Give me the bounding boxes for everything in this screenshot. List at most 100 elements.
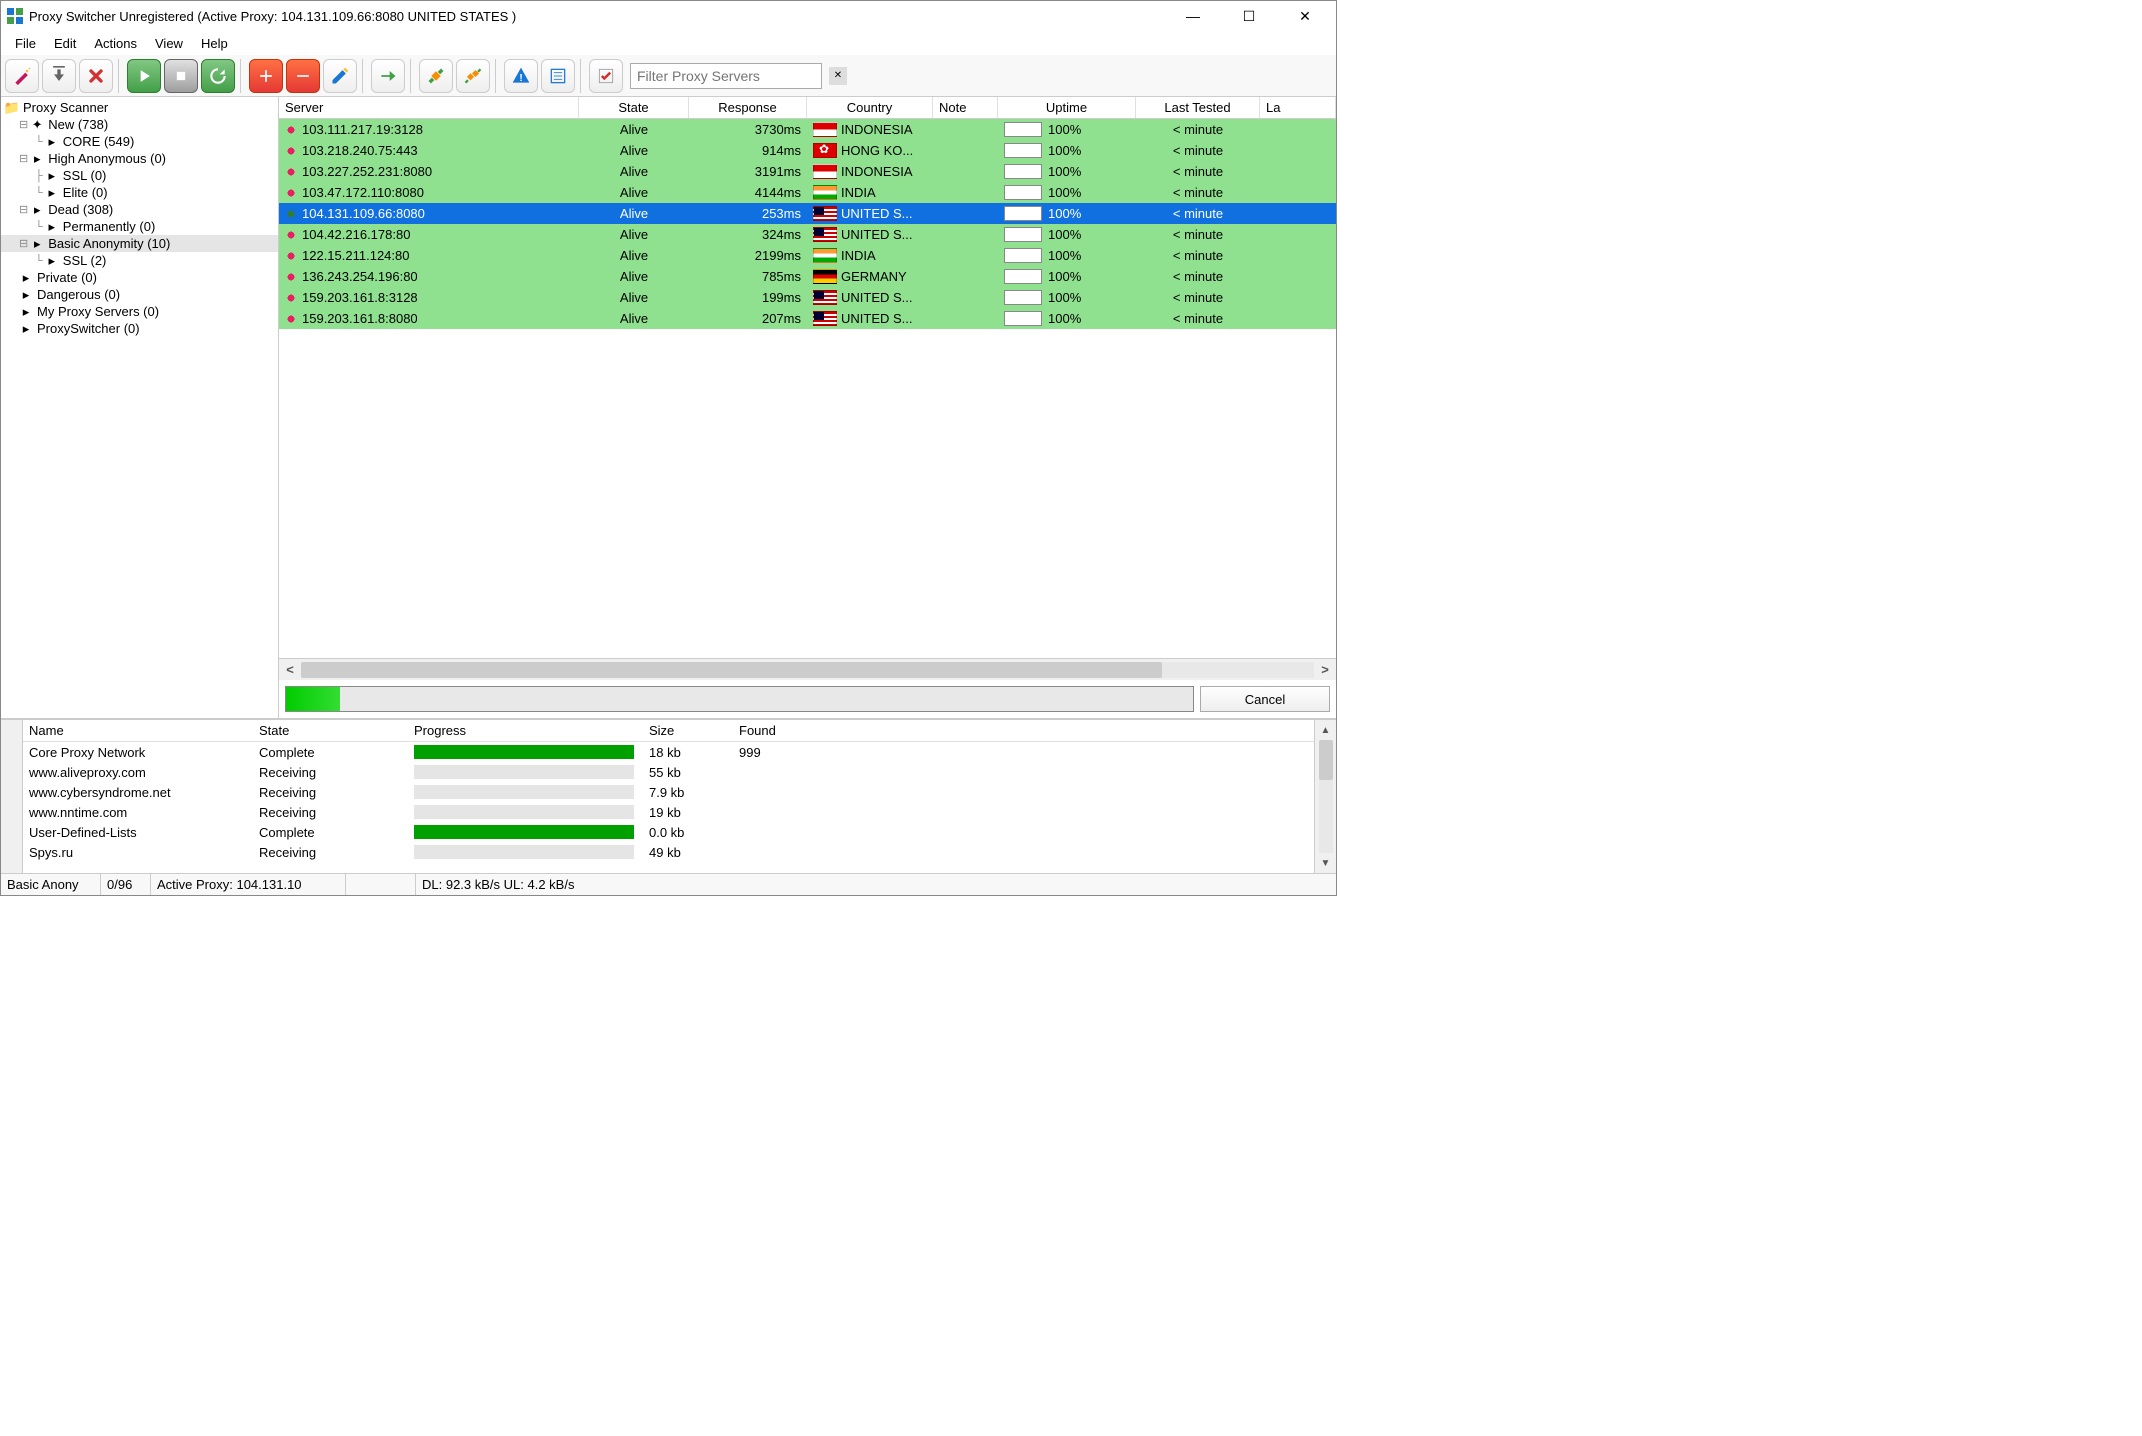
menu-help[interactable]: Help [193, 34, 236, 53]
menu-file[interactable]: File [7, 34, 44, 53]
scroll-down-button[interactable]: ▼ [1321, 853, 1331, 873]
table-row[interactable]: 104.131.109.66:8080Alive253msUNITED S...… [279, 203, 1336, 224]
sparkle-icon: ✦ [30, 118, 44, 132]
window-title: Proxy Switcher Unregistered (Active Prox… [29, 9, 1176, 24]
flag-icon [813, 311, 837, 326]
check-button[interactable] [589, 59, 623, 93]
proxy-status-icon [285, 145, 297, 157]
col-la[interactable]: La [1260, 97, 1336, 118]
bottom-vertical-scrollbar[interactable]: ▲ ▼ [1314, 720, 1336, 873]
folder-icon: ▸ [30, 152, 44, 166]
edit-button[interactable] [323, 59, 357, 93]
scroll-left-button[interactable]: < [279, 660, 301, 680]
minimize-button[interactable]: — [1176, 5, 1210, 27]
next-button[interactable] [371, 59, 405, 93]
tree-perm[interactable]: └▸Permanently (0) [1, 218, 278, 235]
remove-button[interactable] [286, 59, 320, 93]
uptime-bar [1004, 227, 1042, 242]
menu-view[interactable]: View [147, 34, 191, 53]
filter-input[interactable] [631, 66, 821, 86]
bcol-found[interactable]: Found [733, 720, 823, 741]
table-row[interactable]: 103.227.252.231:8080Alive3191msINDONESIA… [279, 161, 1336, 182]
folder-icon: ▸ [45, 220, 59, 234]
col-note[interactable]: Note [933, 97, 998, 118]
tree-ssl1[interactable]: ├▸SSL (0) [1, 167, 278, 184]
table-row[interactable]: 103.218.240.75:443Alive914msHONG KO...10… [279, 140, 1336, 161]
tree-ssl2[interactable]: └▸SSL (2) [1, 252, 278, 269]
table-row[interactable]: 104.42.216.178:80Alive324msUNITED S...10… [279, 224, 1336, 245]
filter-clear-button[interactable]: ✕ [829, 67, 847, 85]
refresh-button[interactable] [201, 59, 235, 93]
proxy-status-icon [285, 187, 297, 199]
bcol-size[interactable]: Size [643, 720, 733, 741]
uptime-bar [1004, 311, 1042, 326]
download-row[interactable]: www.nntime.comReceiving19 kb [23, 802, 1314, 822]
bottom-panel: Name State Progress Size Found Core Prox… [1, 718, 1336, 873]
scroll-thumb[interactable] [301, 662, 1162, 678]
table-row[interactable]: 122.15.211.124:80Alive2199msINDIA100%< m… [279, 245, 1336, 266]
tree-my-proxy[interactable]: ▸My Proxy Servers (0) [1, 303, 278, 320]
tree-core[interactable]: └▸CORE (549) [1, 133, 278, 150]
tree-private[interactable]: ▸Private (0) [1, 269, 278, 286]
col-last-tested[interactable]: Last Tested [1136, 97, 1260, 118]
disconnect-button[interactable] [456, 59, 490, 93]
folder-icon: ▸ [45, 135, 59, 149]
table-row[interactable]: 103.111.217.19:3128Alive3730msINDONESIA1… [279, 119, 1336, 140]
table-row[interactable]: 159.203.161.8:8080Alive207msUNITED S...1… [279, 308, 1336, 329]
maximize-button[interactable]: ☐ [1232, 5, 1266, 27]
tree-proxyswitcher[interactable]: ▸ProxySwitcher (0) [1, 320, 278, 337]
uptime-bar [1004, 290, 1042, 305]
download-row[interactable]: www.cybersyndrome.netReceiving7.9 kb [23, 782, 1314, 802]
download-row[interactable]: User-Defined-ListsComplete0.0 kb [23, 822, 1314, 842]
table-row[interactable]: 103.47.172.110:8080Alive4144msINDIA100%<… [279, 182, 1336, 203]
download-row[interactable]: www.aliveproxy.comReceiving55 kb [23, 762, 1314, 782]
tree-dangerous[interactable]: ▸Dangerous (0) [1, 286, 278, 303]
tree-high-anon[interactable]: ⊟▸High Anonymous (0) [1, 150, 278, 167]
grid-body[interactable]: 103.111.217.19:3128Alive3730msINDONESIA1… [279, 119, 1336, 658]
download-row[interactable]: Core Proxy NetworkComplete18 kb999 [23, 742, 1314, 762]
scroll-thumb[interactable] [1319, 740, 1333, 780]
table-row[interactable]: 136.243.254.196:80Alive785msGERMANY100%<… [279, 266, 1336, 287]
tree-basic-anon[interactable]: ⊟▸Basic Anonymity (10) [1, 235, 278, 252]
flag-icon [813, 248, 837, 263]
warning-button[interactable]: ! [504, 59, 538, 93]
tree-root[interactable]: 📁Proxy Scanner [1, 99, 278, 116]
close-button[interactable]: ✕ [1288, 5, 1322, 27]
connect-button[interactable] [419, 59, 453, 93]
bcol-name[interactable]: Name [23, 720, 253, 741]
scroll-track[interactable] [301, 662, 1314, 678]
cancel-button[interactable]: Cancel [1200, 686, 1330, 712]
bcol-progress[interactable]: Progress [408, 720, 643, 741]
tree-elite[interactable]: └▸Elite (0) [1, 184, 278, 201]
folder-icon: ▸ [19, 322, 33, 336]
bcol-state[interactable]: State [253, 720, 408, 741]
tree-new[interactable]: ⊟✦New (738) [1, 116, 278, 133]
horizontal-scrollbar[interactable]: < > [279, 658, 1336, 680]
download-row[interactable]: Spys.ruReceiving49 kb [23, 842, 1314, 862]
list-button[interactable] [541, 59, 575, 93]
delete-button[interactable] [79, 59, 113, 93]
add-button[interactable] [249, 59, 283, 93]
col-server[interactable]: Server [279, 97, 579, 118]
scroll-right-button[interactable]: > [1314, 660, 1336, 680]
col-state[interactable]: State [579, 97, 689, 118]
menu-edit[interactable]: Edit [46, 34, 84, 53]
download-progress [414, 785, 634, 799]
flag-icon [813, 164, 837, 179]
status-active-proxy: Active Proxy: 104.131.10 [151, 874, 346, 895]
scroll-up-button[interactable]: ▲ [1321, 720, 1331, 740]
col-response[interactable]: Response [689, 97, 807, 118]
uptime-bar [1004, 248, 1042, 263]
col-uptime[interactable]: Uptime [998, 97, 1136, 118]
download-button[interactable] [42, 59, 76, 93]
flag-icon [813, 290, 837, 305]
stop-button[interactable] [164, 59, 198, 93]
col-country[interactable]: Country [807, 97, 933, 118]
svg-text:!: ! [519, 73, 522, 84]
play-button[interactable] [127, 59, 161, 93]
menu-actions[interactable]: Actions [86, 34, 145, 53]
tree-dead[interactable]: ⊟▸Dead (308) [1, 201, 278, 218]
table-row[interactable]: 159.203.161.8:3128Alive199msUNITED S...1… [279, 287, 1336, 308]
wizard-button[interactable] [5, 59, 39, 93]
sidebar: 📁Proxy Scanner ⊟✦New (738) └▸CORE (549) … [1, 97, 279, 718]
